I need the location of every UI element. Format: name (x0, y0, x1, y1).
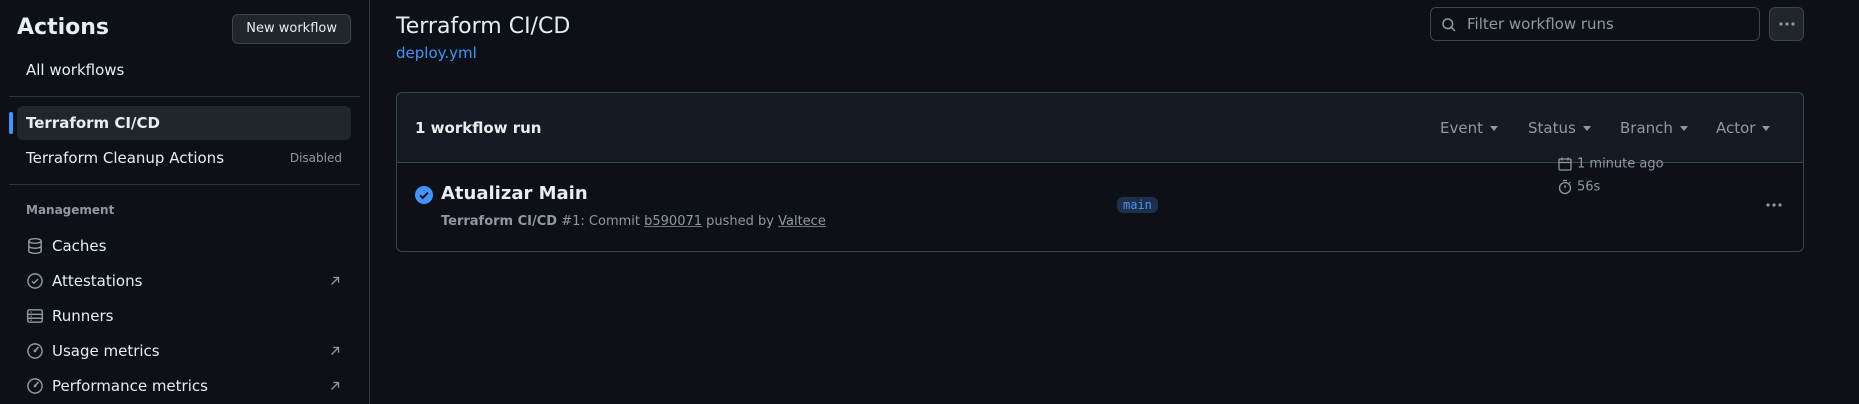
calendar-icon (1558, 157, 1572, 171)
meter-icon (27, 378, 43, 394)
actor-filter[interactable]: Actor (1716, 93, 1771, 163)
caret-down-icon (1582, 126, 1591, 131)
branch-label[interactable]: main (1117, 197, 1158, 213)
run-meta-prefix: : Commit (580, 214, 645, 229)
new-workflow-button[interactable]: New workflow (232, 14, 351, 44)
sidebar-item-runners[interactable]: Runners (17, 299, 351, 333)
status-filter[interactable]: Status (1528, 93, 1591, 163)
sidebar-item-label: Terraform CI/CD (26, 114, 160, 132)
sidebar-item-usage-metrics[interactable]: Usage metrics (17, 334, 351, 368)
sidebar-item-label: All workflows (26, 61, 125, 79)
management-heading: Management (26, 203, 115, 217)
caret-down-icon (1762, 126, 1771, 131)
run-meta-pushed-by: pushed by (702, 214, 779, 229)
caret-down-icon (1679, 126, 1688, 131)
caret-down-icon (1489, 126, 1498, 131)
external-link-icon (331, 276, 340, 285)
workflow-title: Terraform CI/CD (396, 14, 571, 39)
run-title-link[interactable]: Atualizar Main (441, 183, 588, 204)
run-workflow-name: Terraform CI/CD (441, 214, 558, 229)
more-options-button[interactable] (1769, 7, 1804, 41)
sidebar-divider (9, 96, 360, 97)
filter-label: Branch (1620, 119, 1673, 137)
server-icon (26, 309, 44, 323)
sidebar-item-label: Runners (52, 307, 114, 325)
sidebar-item-label: Attestations (52, 272, 143, 290)
workflow-file-link[interactable]: deploy.yml (396, 44, 477, 62)
run-more-options-button[interactable] (1759, 193, 1789, 217)
sidebar-item-terraform-cleanup-actions[interactable]: Terraform Cleanup Actions Disabled (17, 141, 351, 175)
sidebar-item-attestations[interactable]: Attestations (17, 264, 351, 298)
sidebar-item-label: Usage metrics (52, 342, 160, 360)
filter-label: Actor (1716, 119, 1756, 137)
commit-link[interactable]: b590071 (644, 214, 702, 229)
sidebar-item-caches[interactable]: Caches (17, 229, 351, 263)
filter-placeholder: Filter workflow runs (1467, 15, 1614, 33)
kebab-horizontal-icon (1766, 203, 1782, 207)
sidebar-item-label: Caches (52, 237, 107, 255)
verified-icon (27, 273, 43, 289)
sidebar-divider (9, 184, 360, 185)
external-link-icon (331, 346, 340, 355)
sidebar-item-label: Terraform Cleanup Actions (26, 149, 225, 167)
active-indicator (9, 112, 13, 134)
event-filter[interactable]: Event (1440, 93, 1498, 163)
filter-workflow-runs-input[interactable]: Filter workflow runs (1430, 7, 1760, 41)
database-icon (28, 237, 42, 255)
meter-icon (27, 343, 43, 359)
sidebar-item-performance-metrics[interactable]: Performance metrics (17, 369, 351, 403)
workflow-runs-header: 1 workflow run Event Status Branch Actor (397, 93, 1803, 163)
actor-link[interactable]: Valtece (778, 214, 826, 229)
duration-text: 56s (1577, 179, 1601, 195)
time-ago-text: 1 minute ago (1577, 156, 1664, 172)
workflow-runs-box: 1 workflow run Event Status Branch Actor… (396, 92, 1804, 252)
stopwatch-icon (1558, 179, 1572, 195)
run-meta: Terraform CI/CD #1: Commit b590071 pushe… (441, 214, 826, 229)
run-time-row: 1 minute ago (1557, 156, 1664, 172)
external-link-icon (331, 381, 340, 390)
filter-label: Status (1528, 119, 1576, 137)
actions-sidebar: Actions New workflow All workflows Terra… (0, 0, 370, 404)
sidebar-title: Actions (17, 15, 109, 40)
sidebar-header: Actions New workflow (17, 14, 351, 44)
branch-filter[interactable]: Branch (1620, 93, 1688, 163)
sidebar-item-all-workflows[interactable]: All workflows (17, 53, 351, 87)
search-icon (1442, 18, 1456, 32)
kebab-horizontal-icon (1779, 22, 1795, 26)
check-circle-fill-icon (415, 186, 433, 204)
sidebar-item-label: Performance metrics (52, 377, 208, 395)
workflow-runs-count: 1 workflow run (415, 119, 542, 137)
disabled-badge: Disabled (289, 151, 342, 165)
run-number: #1 (561, 214, 581, 229)
sidebar-item-terraform-ci-cd[interactable]: Terraform CI/CD (9, 106, 351, 140)
filter-label: Event (1440, 119, 1483, 137)
run-duration-row: 56s (1557, 179, 1600, 195)
